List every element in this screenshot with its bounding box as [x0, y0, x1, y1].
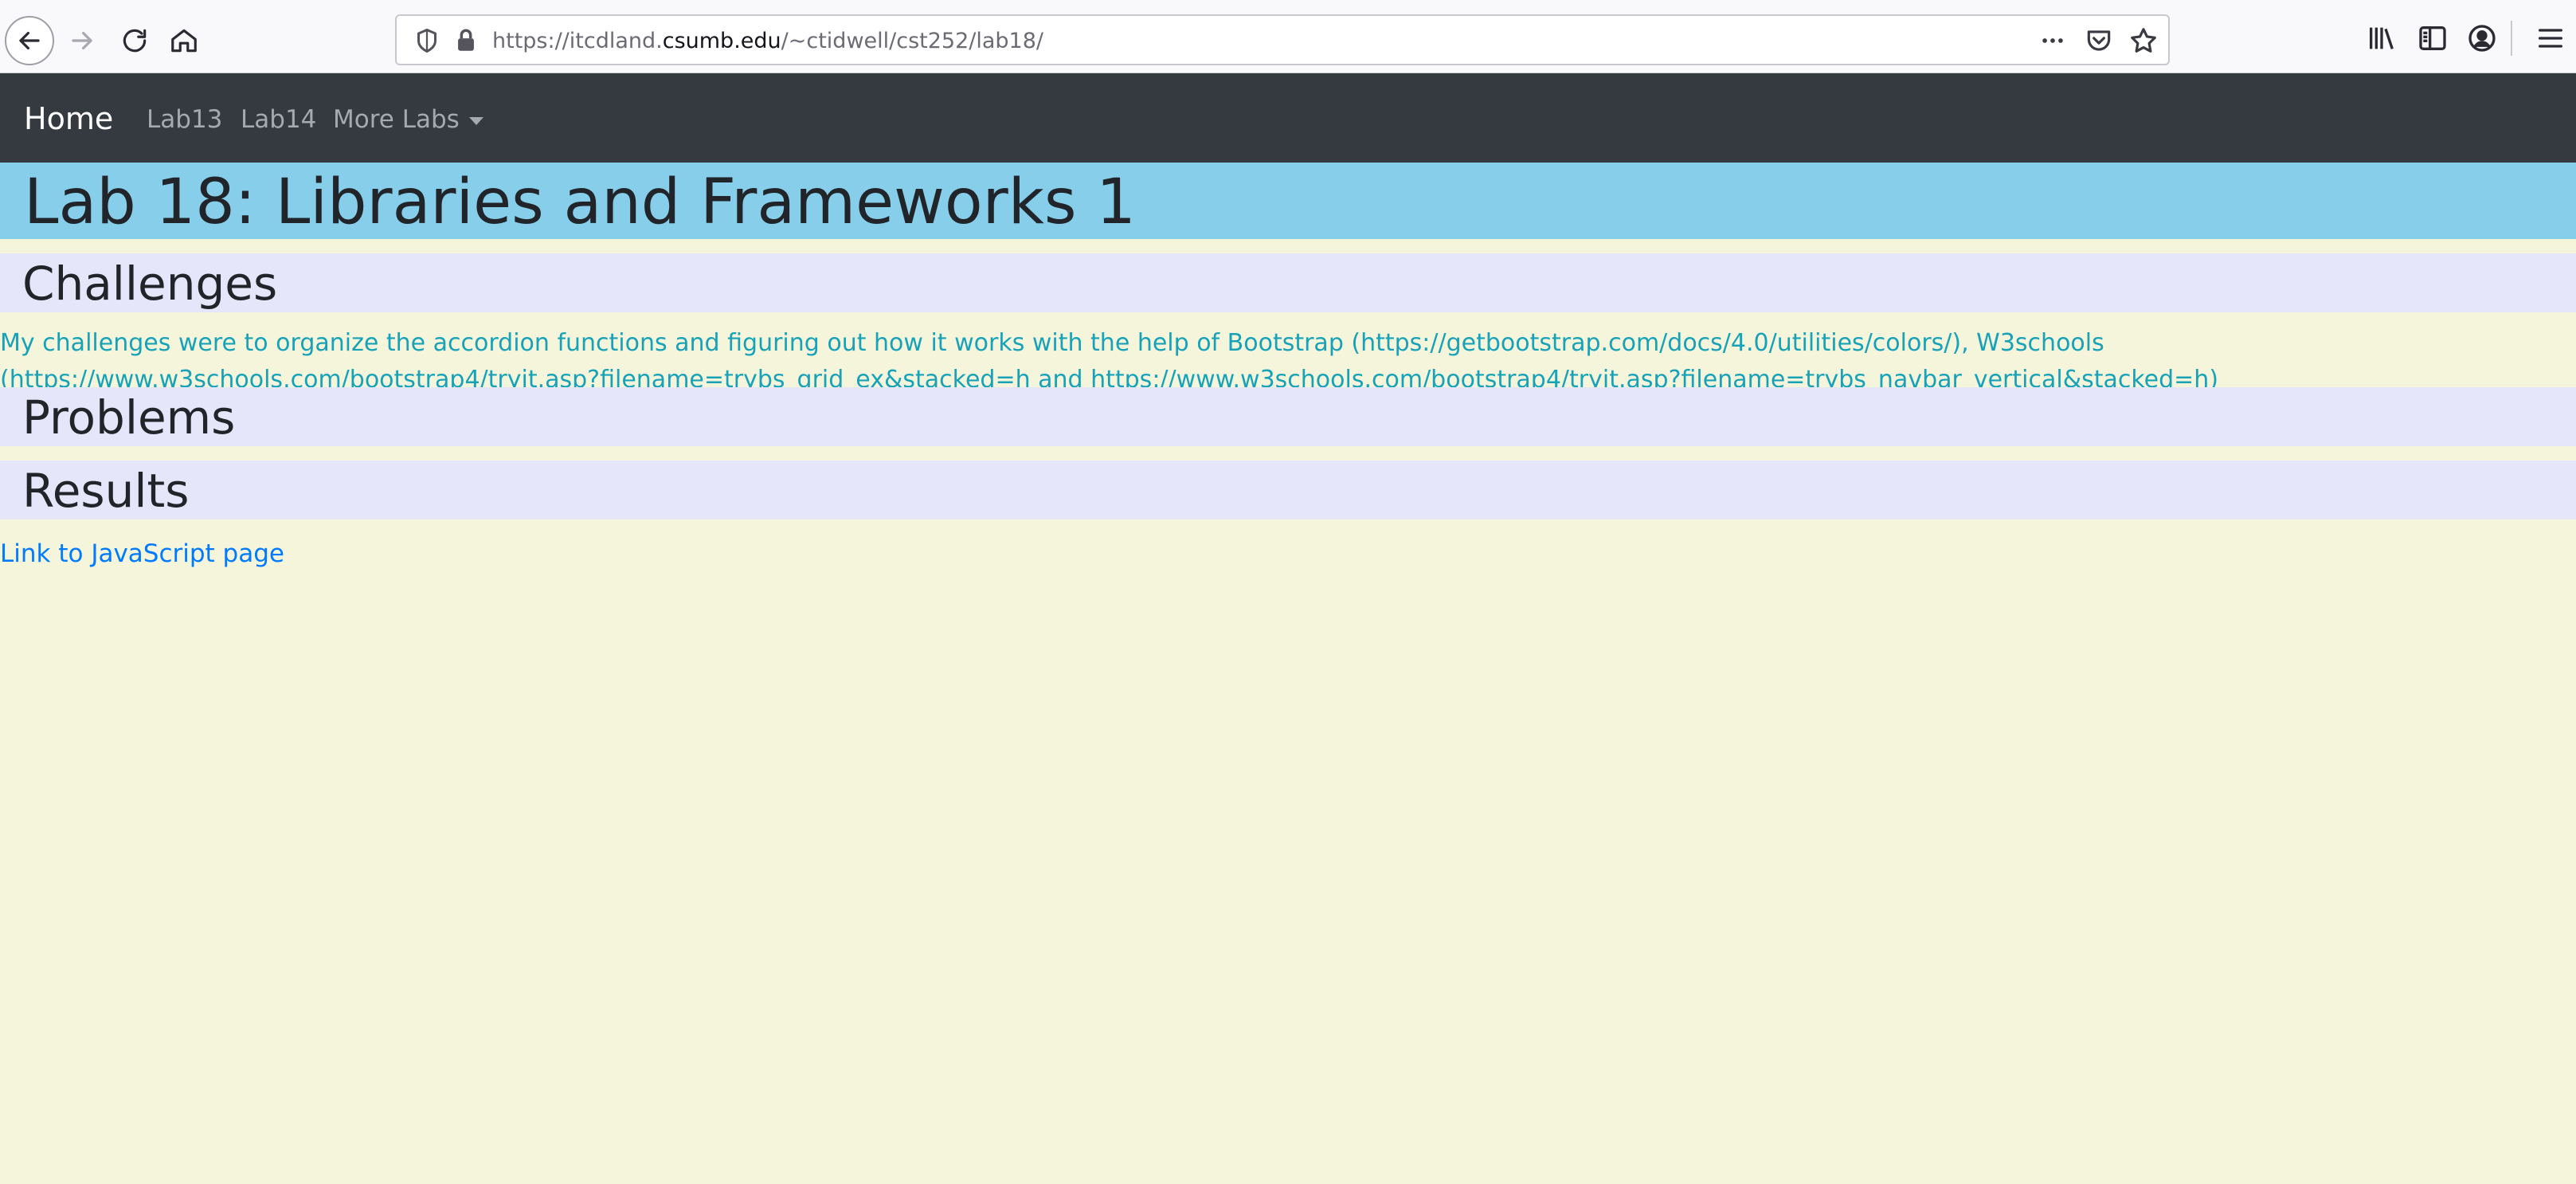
- address-bar[interactable]: https://itcdland.csumb.edu/~ctidwell/cst…: [395, 14, 2170, 65]
- problems-section-header: Problems: [0, 387, 2576, 446]
- lock-icon[interactable]: [452, 26, 480, 55]
- page-title: Lab 18: Libraries and Frameworks 1: [24, 167, 1136, 238]
- challenges-heading: Challenges: [22, 257, 278, 311]
- javascript-page-link[interactable]: Link to JavaScript page: [0, 535, 284, 572]
- url-path: /~ctidwell/cst252/lab18/: [781, 29, 1044, 53]
- home-icon: [171, 29, 197, 53]
- problems-heading: Problems: [22, 390, 236, 445]
- nav-lab14-link[interactable]: Lab14: [241, 102, 316, 137]
- page-title-band: Lab 18: Libraries and Frameworks 1: [0, 163, 2576, 239]
- shield-icon[interactable]: [413, 26, 441, 55]
- reload-icon: [123, 29, 147, 53]
- nav-home-link[interactable]: Home: [24, 100, 113, 137]
- site-navbar: Home Lab13 Lab14 More Labs: [0, 73, 2576, 163]
- nav-more-labs-label: More Labs: [333, 105, 460, 134]
- library-icon[interactable]: [2366, 22, 2398, 54]
- pocket-icon[interactable]: [2084, 25, 2114, 56]
- url-prefix: https://itcdland.: [492, 29, 663, 53]
- hamburger-menu-icon[interactable]: [2535, 22, 2566, 54]
- account-icon[interactable]: [2466, 22, 2498, 54]
- sidebar-icon[interactable]: [2417, 22, 2449, 54]
- back-button[interactable]: [5, 16, 54, 65]
- chevron-down-icon: [468, 116, 483, 125]
- nav-lab13-link[interactable]: Lab13: [147, 102, 222, 137]
- forward-arrow-icon: [72, 31, 92, 50]
- challenges-text: My challenges were to organize the accor…: [0, 329, 2219, 387]
- toolbar-divider: [2511, 21, 2512, 56]
- forward-button[interactable]: [57, 16, 107, 65]
- url-text[interactable]: https://itcdland.csumb.edu/~ctidwell/cst…: [492, 27, 1043, 56]
- more-dots-icon[interactable]: [2038, 27, 2068, 54]
- results-heading: Results: [22, 464, 190, 518]
- url-domain: csumb.edu: [662, 29, 781, 53]
- back-arrow-icon: [19, 31, 40, 50]
- browser-toolbar: https://itcdland.csumb.edu/~ctidwell/cst…: [0, 0, 2576, 73]
- challenges-section-header: Challenges: [0, 253, 2576, 312]
- results-section-header: Results: [0, 461, 2576, 519]
- nav-more-labs-dropdown[interactable]: More Labs: [333, 102, 483, 137]
- star-icon[interactable]: [2128, 25, 2159, 56]
- reload-button[interactable]: [110, 16, 159, 65]
- home-button[interactable]: [159, 16, 209, 65]
